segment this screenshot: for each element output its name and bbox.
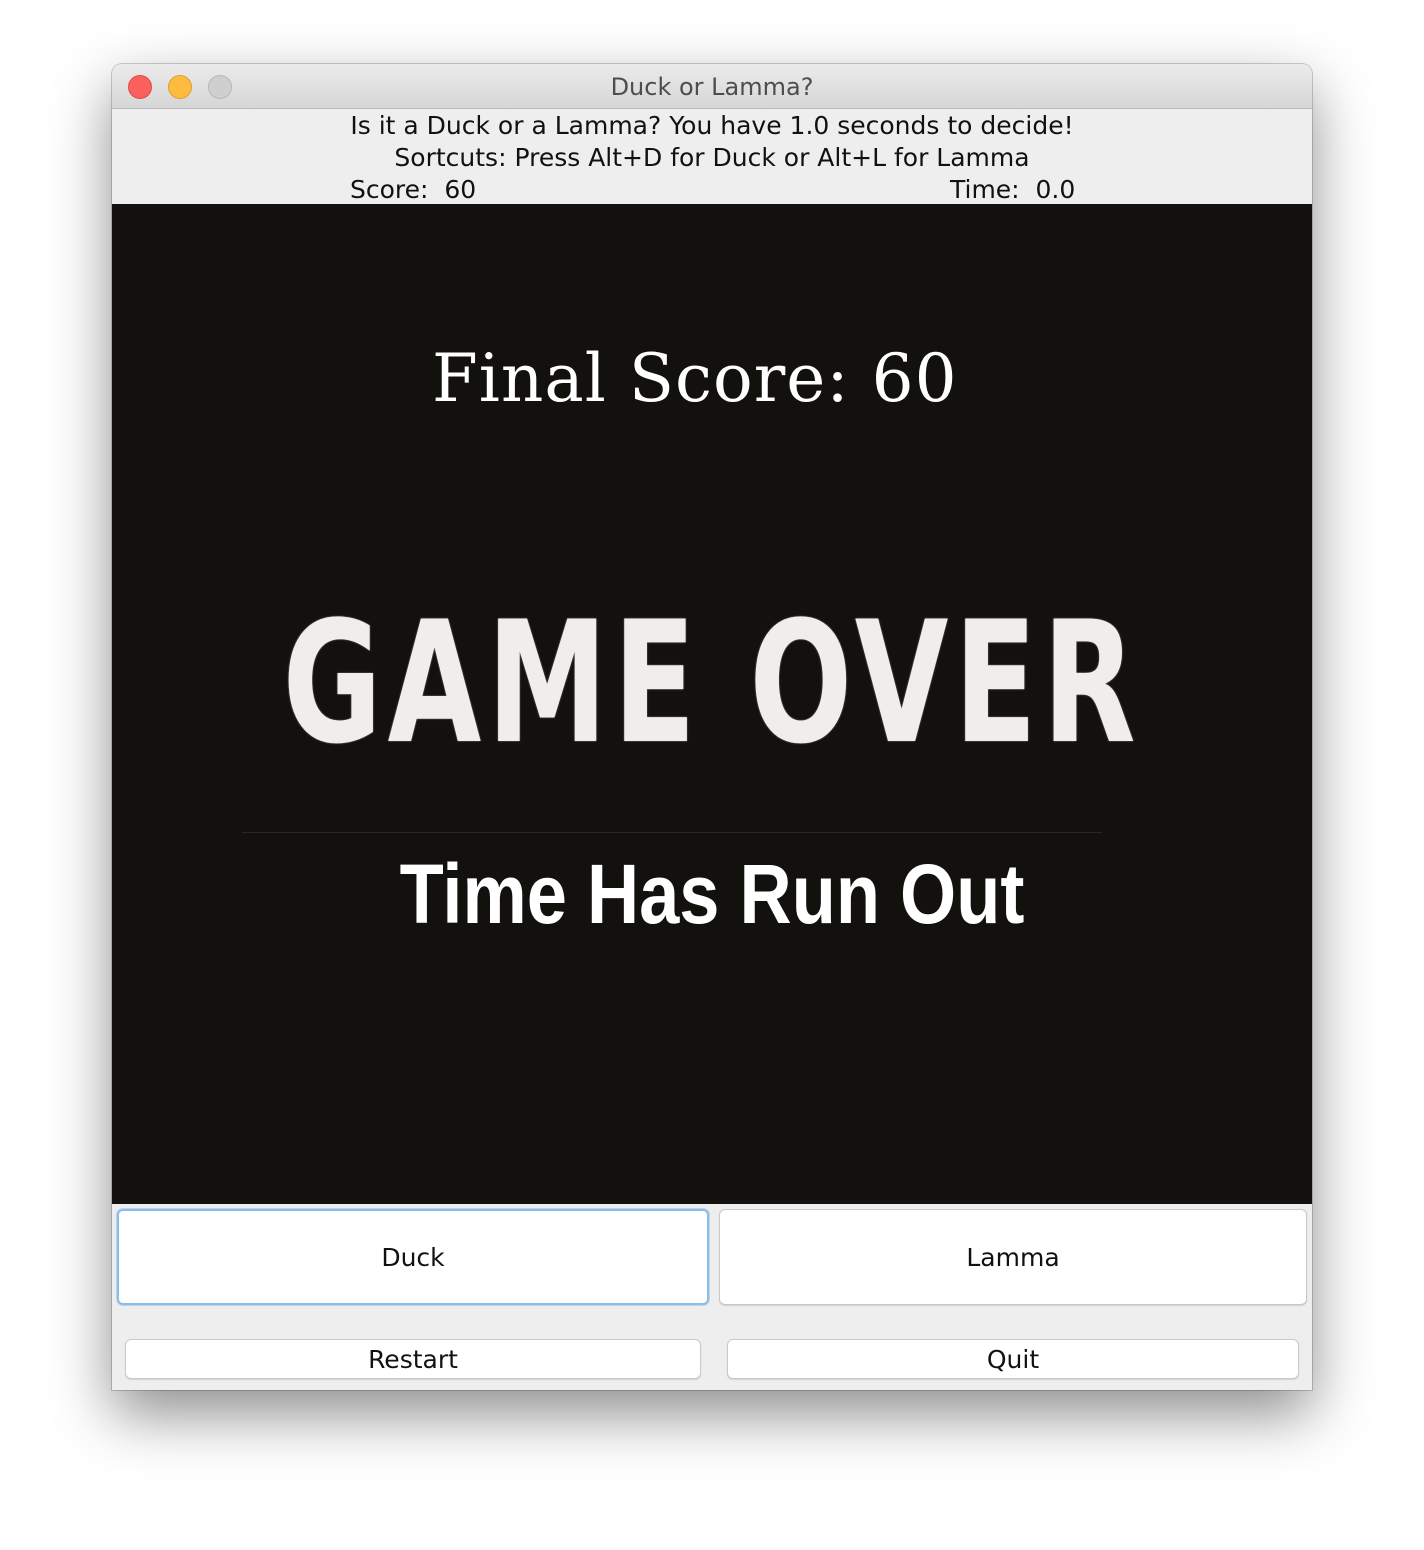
score-label: Score: 60 (350, 175, 477, 204)
divider-line (242, 832, 1102, 833)
instruction-text: Is it a Duck or a Lamma? You have 1.0 se… (350, 111, 1074, 140)
info-panel: Is it a Duck or a Lamma? You have 1.0 se… (112, 109, 1312, 204)
lamma-button[interactable]: Lamma (719, 1209, 1307, 1305)
duck-button[interactable]: Duck (117, 1209, 709, 1305)
controls-panel: Duck Lamma Restart Quit (112, 1204, 1312, 1390)
game-display: Final Score: 60 GAME OVER Time Has Run O… (112, 204, 1312, 1204)
time-label: Time: 0.0 (950, 175, 1076, 204)
time-run-out-text: Time Has Run Out (399, 847, 1025, 941)
game-over-text: GAME OVER (282, 585, 1142, 781)
window-title: Duck or Lamma? (610, 73, 814, 101)
final-score-text: Final Score: 60 (432, 340, 958, 417)
restart-button[interactable]: Restart (125, 1339, 701, 1379)
app-window: Duck or Lamma? Is it a Duck or a Lamma? … (112, 64, 1312, 1390)
quit-button[interactable]: Quit (727, 1339, 1299, 1379)
shortcuts-text: Sortcuts: Press Alt+D for Duck or Alt+L … (394, 143, 1030, 172)
title-bar[interactable]: Duck or Lamma? (112, 64, 1312, 109)
